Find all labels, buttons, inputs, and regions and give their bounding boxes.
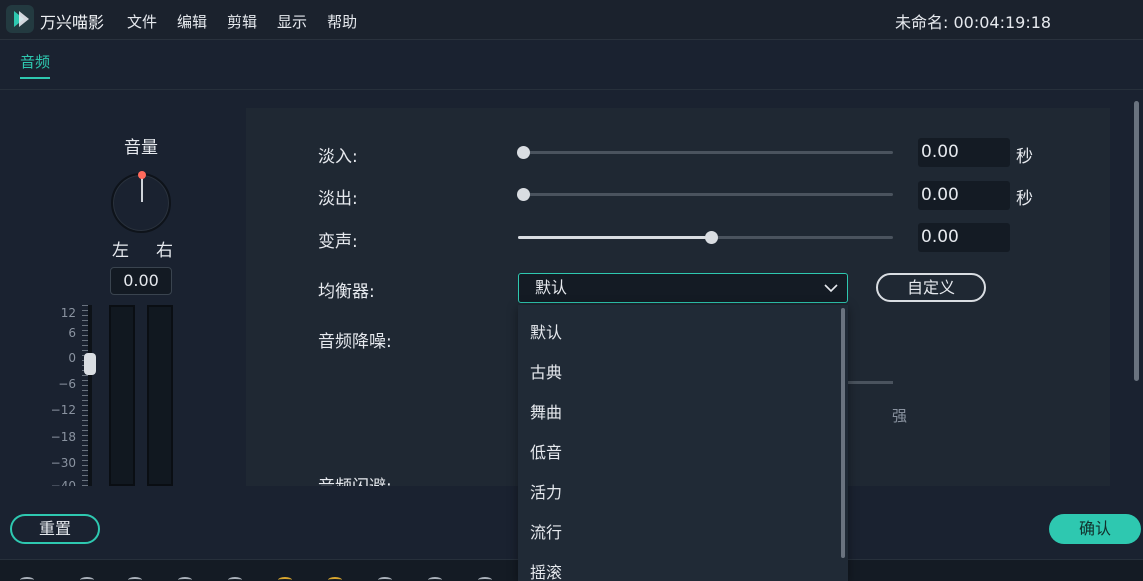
- fade-out-slider[interactable]: [517, 188, 893, 201]
- menu-clip[interactable]: 剪辑: [227, 11, 257, 32]
- level-meter-left: [109, 305, 135, 486]
- volume-fader-track[interactable]: [88, 305, 92, 486]
- scale-label: −6: [58, 377, 76, 391]
- equalizer-option[interactable]: 摇滚: [530, 559, 562, 581]
- pan-right-label: 右: [156, 241, 173, 261]
- scale-label: 6: [68, 326, 76, 340]
- chevron-down-icon: [824, 284, 838, 293]
- panel-scrollbar[interactable]: [1134, 101, 1139, 381]
- menu-file[interactable]: 文件: [127, 11, 157, 32]
- equalizer-option[interactable]: 活力: [530, 479, 562, 503]
- pan-left-label: 左: [112, 241, 129, 261]
- denoise-slider[interactable]: [848, 381, 893, 384]
- scale-label: −30: [50, 456, 76, 470]
- pan-value-input[interactable]: 0.00: [110, 267, 172, 295]
- equalizer-option[interactable]: 流行: [530, 519, 562, 543]
- volume-scale: 12 6 0 −6 −12 −18 −30 −40: [50, 305, 90, 486]
- ok-button[interactable]: 确认: [1049, 514, 1141, 544]
- knob-marker-icon: [138, 171, 146, 179]
- pan-knob[interactable]: [111, 171, 171, 233]
- toolbar-icon[interactable]: [228, 577, 242, 581]
- fade-in-input[interactable]: 0.00: [918, 138, 1010, 167]
- toolbar-icon[interactable]: [178, 577, 192, 581]
- toolbar-icon[interactable]: [478, 577, 492, 581]
- pitch-slider-fill: [518, 236, 706, 239]
- app-name: 万兴喵影: [40, 13, 105, 32]
- fade-in-unit: 秒: [1016, 147, 1033, 167]
- menu-view[interactable]: 显示: [277, 11, 307, 32]
- equalizer-option[interactable]: 默认: [530, 319, 562, 343]
- custom-equalizer-button[interactable]: 自定义: [876, 273, 986, 302]
- fade-in-label: 淡入:: [318, 147, 358, 167]
- title-bar: 万兴喵影 文件 编辑 剪辑 显示 帮助 未命名: 00:04:19:18: [0, 0, 1143, 40]
- fade-in-slider-thumb[interactable]: [517, 146, 530, 159]
- filmora-logo-icon: [6, 5, 34, 33]
- equalizer-selected-value: 默认: [535, 278, 568, 297]
- project-title: 未命名: 00:04:19:18: [895, 13, 1052, 32]
- volume-fader-thumb[interactable]: [84, 353, 96, 375]
- equalizer-select[interactable]: 默认: [518, 273, 848, 303]
- toolbar-icon[interactable]: [80, 577, 94, 581]
- denoise-strong-label: 强: [892, 407, 908, 425]
- equalizer-option[interactable]: 低音: [530, 439, 562, 463]
- tab-bar: 音频: [0, 40, 1143, 90]
- fade-out-slider-thumb[interactable]: [517, 188, 530, 201]
- toolbar-icon[interactable]: [128, 577, 142, 581]
- menu-help[interactable]: 帮助: [327, 11, 357, 32]
- toolbar-icon[interactable]: [378, 577, 392, 581]
- equalizer-option[interactable]: 古典: [530, 359, 562, 383]
- denoise-label: 音频降噪:: [318, 332, 392, 352]
- level-meter-right: [147, 305, 173, 486]
- toolbar-icon[interactable]: [20, 577, 34, 581]
- pitch-label: 变声:: [318, 232, 358, 252]
- pitch-slider-thumb[interactable]: [705, 231, 718, 244]
- fade-out-label: 淡出:: [318, 189, 358, 209]
- scale-label: 12: [60, 306, 76, 320]
- menu-edit[interactable]: 编辑: [177, 11, 207, 32]
- toolbar-icon[interactable]: [428, 577, 442, 581]
- dropdown-scrollbar[interactable]: [841, 308, 845, 558]
- equalizer-label: 均衡器:: [318, 282, 375, 302]
- volume-title: 音量: [124, 138, 158, 158]
- tab-audio[interactable]: 音频: [20, 51, 51, 79]
- equalizer-option[interactable]: 舞曲: [530, 399, 562, 423]
- fade-out-input[interactable]: 0.00: [918, 181, 1010, 210]
- fade-out-unit: 秒: [1016, 189, 1033, 209]
- scale-label: −18: [50, 430, 76, 444]
- menu-bar: 文件 编辑 剪辑 显示 帮助: [127, 11, 357, 32]
- pitch-slider[interactable]: [518, 231, 893, 244]
- reset-button[interactable]: 重置: [10, 514, 100, 544]
- pitch-input[interactable]: 0.00: [918, 223, 1010, 252]
- equalizer-dropdown: 默认 古典 舞曲 低音 活力 流行 摇滚: [518, 305, 848, 581]
- ducking-label: 音频闪避:: [318, 472, 392, 486]
- toolbar-icon[interactable]: [328, 577, 342, 581]
- fade-in-slider[interactable]: [517, 146, 893, 159]
- scale-label: −12: [50, 403, 76, 417]
- scale-label: 0: [68, 351, 76, 365]
- toolbar-icon[interactable]: [278, 577, 292, 581]
